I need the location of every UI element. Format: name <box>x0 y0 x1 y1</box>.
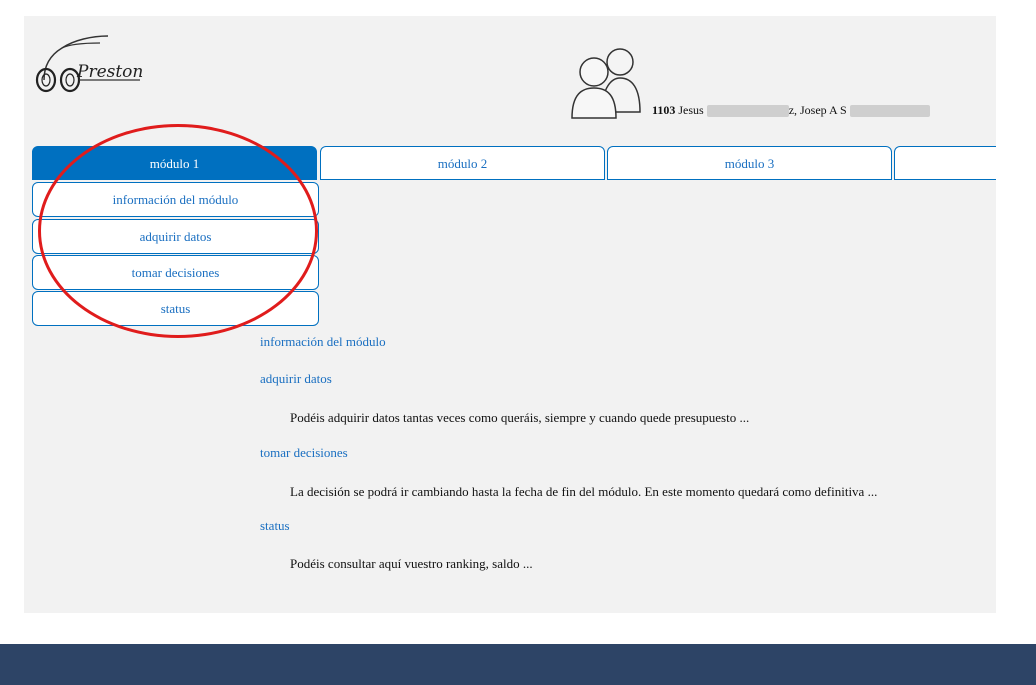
redacted-block <box>849 105 930 118</box>
footer-bar <box>0 644 1036 685</box>
redacted-block <box>706 105 789 118</box>
section-title-decisiones[interactable]: tomar decisiones <box>260 445 348 461</box>
tab-modulo-2[interactable]: módulo 2 <box>320 146 605 180</box>
module-tabs: módulo 1 módulo 2 módulo 3 <box>32 146 996 182</box>
user-names-a: Jesus <box>678 103 704 117</box>
submenu-status[interactable]: status <box>32 291 319 326</box>
tab-modulo-4[interactable] <box>894 146 996 180</box>
logo-text: Preston <box>77 62 144 82</box>
tab-modulo-3[interactable]: módulo 3 <box>607 146 892 180</box>
car-icon <box>35 35 140 93</box>
section-desc-adquirir: Podéis adquirir datos tantas veces como … <box>290 410 750 425</box>
section-desc-status: Podéis consultar aquí vuestro ranking, s… <box>290 556 533 571</box>
user-info: 1103 Jesus z, Josep A S <box>652 103 996 118</box>
submenu-informacion[interactable]: información del módulo <box>32 182 319 217</box>
submenu-tomar-decisiones[interactable]: tomar decisiones <box>32 255 319 290</box>
tab-modulo-1[interactable]: módulo 1 <box>32 146 317 180</box>
user-id: 1103 <box>652 103 676 117</box>
section-desc-decisiones: La decisión se podrá ir cambiando hasta … <box>290 484 878 499</box>
submenu-adquirir-datos[interactable]: adquirir datos <box>32 219 319 254</box>
logo[interactable]: Preston <box>30 24 150 94</box>
section-title-informacion[interactable]: información del módulo <box>260 334 386 350</box>
section-title-adquirir[interactable]: adquirir datos <box>260 371 332 387</box>
user-names-b: z, Josep A S <box>788 103 847 117</box>
users-icon <box>562 42 652 122</box>
section-title-status[interactable]: status <box>260 518 290 534</box>
